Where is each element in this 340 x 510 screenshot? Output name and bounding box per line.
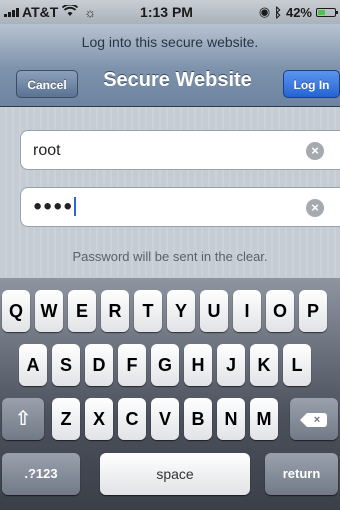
carrier-label: AT&T [22,4,59,20]
text-cursor [74,197,77,216]
key-p[interactable]: P [299,290,327,332]
key-u[interactable]: U [200,290,228,332]
clock: 1:13 PM [140,4,193,20]
key-m[interactable]: M [250,398,278,440]
signal-bars-icon [4,7,19,17]
key-y[interactable]: Y [167,290,195,332]
battery-percent: 42% [285,4,312,20]
lock-icon: ◉ [258,4,271,19]
key-l[interactable]: L [283,344,311,386]
shift-key[interactable]: ⇧ [2,398,44,440]
key-d[interactable]: D [85,344,113,386]
battery-icon [316,7,338,17]
key-c[interactable]: C [118,398,146,440]
page-title: Secure Website [103,69,252,91]
key-q[interactable]: Q [2,290,30,332]
key-r[interactable]: R [101,290,129,332]
key-s[interactable]: S [52,344,80,386]
key-x[interactable]: X [85,398,113,440]
key-h[interactable]: H [184,344,212,386]
key-g[interactable]: G [151,344,179,386]
numbers-key[interactable]: .?123 [2,453,80,495]
key-k[interactable]: K [250,344,278,386]
status-bar: AT&T ☼ 1:13 PM ◉ ᛒ 42% [0,0,340,24]
key-n[interactable]: N [217,398,245,440]
log-in-button[interactable]: Log In [283,70,340,98]
password-field[interactable]: ●●●● × [20,187,340,227]
navigation-bar: Log into this secure website. Cancel Sec… [0,24,340,107]
space-key[interactable]: space [100,453,250,495]
bluetooth-icon: ᛒ [274,4,282,20]
login-form: root × ●●●● × Password will be sent in t… [0,107,340,277]
keyboard: Q W E R T Y U I O P A S D F G H J K L ⇧ … [0,278,340,510]
username-field[interactable]: root × [20,130,340,170]
key-e[interactable]: E [68,290,96,332]
username-value: root [33,142,61,159]
password-value: ●●●● [33,197,77,216]
cancel-button[interactable]: Cancel [16,70,78,98]
clear-password-icon[interactable]: × [306,199,324,217]
key-t[interactable]: T [134,290,162,332]
key-f[interactable]: F [118,344,146,386]
clear-username-icon[interactable]: × [306,142,324,160]
key-j[interactable]: J [217,344,245,386]
key-w[interactable]: W [35,290,63,332]
key-i[interactable]: I [233,290,261,332]
shift-arrow-icon: ⇧ [14,408,32,430]
activity-spinner-icon: ☼ [84,4,97,20]
wifi-icon [62,3,79,20]
key-b[interactable]: B [184,398,212,440]
cleartext-warning: Password will be sent in the clear. [72,249,268,264]
key-o[interactable]: O [266,290,294,332]
delete-key[interactable]: × [290,398,338,440]
return-key[interactable]: return [265,453,338,495]
key-z[interactable]: Z [52,398,80,440]
login-prompt: Log into this secure website. [81,34,259,50]
key-v[interactable]: V [151,398,179,440]
backspace-icon: × [300,412,327,427]
key-a[interactable]: A [19,344,47,386]
